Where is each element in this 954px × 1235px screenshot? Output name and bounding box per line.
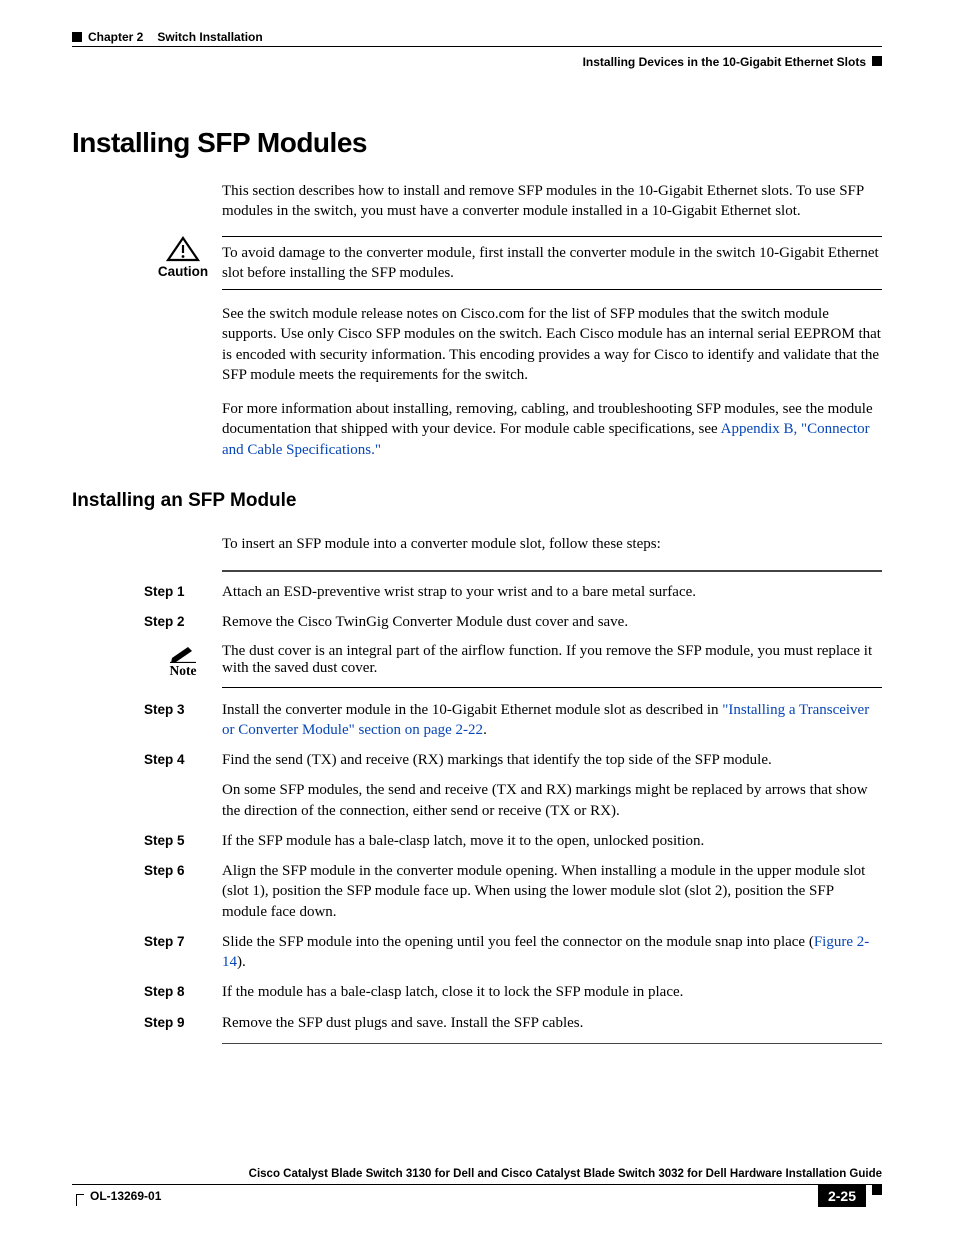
body-paragraph: See the switch module release notes on C… [222,304,882,385]
note-label: Note [144,663,222,679]
step-text: Install the converter module in the 10-G… [222,700,882,741]
step-label: Step 5 [144,831,222,851]
step-7: Step 7 Slide the SFP module into the ope… [144,932,882,973]
footer-book-title: Cisco Catalyst Blade Switch 3130 for Del… [72,1168,882,1185]
chapter-title: Switch Installation [157,30,262,44]
caution-icon [144,236,222,262]
step-1: Step 1 Attach an ESD-preventive wrist st… [144,582,882,602]
rule [222,1043,882,1044]
step-text: Attach an ESD-preventive wrist strap to … [222,582,882,602]
step-4: Step 4 Find the send (TX) and receive (R… [144,750,882,821]
page-number: 2-25 [818,1185,866,1207]
caution-text: To avoid damage to the converter module,… [222,236,882,291]
step-2: Step 2 Remove the Cisco TwinGig Converte… [144,612,882,632]
header-square-icon [872,56,882,66]
footer-tick-icon [76,1194,84,1206]
procedure-intro: To insert an SFP module into a converter… [222,534,882,554]
step-text: Slide the SFP module into the opening un… [222,932,882,973]
step-8: Step 8 If the module has a bale-clasp la… [144,982,882,1002]
rule [222,570,882,572]
step-label: Step 3 [144,700,222,741]
note-text: The dust cover is an integral part of th… [222,643,882,688]
step-label: Step 6 [144,861,222,922]
step-label: Step 8 [144,982,222,1002]
footer-doc-id: OL-13269-01 [72,1185,161,1207]
step-text: If the SFP module has a bale-clasp latch… [222,831,882,851]
page: Chapter 2 Switch Installation Installing… [0,0,954,1235]
note-callout: Note The dust cover is an integral part … [144,643,882,688]
step-label: Step 7 [144,932,222,973]
step-text: Remove the Cisco TwinGig Converter Modul… [222,612,882,632]
running-subheader: Installing Devices in the 10-Gigabit Eth… [72,55,882,69]
step-5: Step 5 If the SFP module has a bale-clas… [144,831,882,851]
caution-label: Caution [144,264,222,279]
heading-2: Installing an SFP Module [72,490,882,512]
procedure-steps: Step 1 Attach an ESD-preventive wrist st… [144,570,882,1044]
step-label: Step 4 [144,750,222,821]
running-header: Chapter 2 Switch Installation [72,30,882,47]
step-text: Align the SFP module in the converter mo… [222,861,882,922]
step-6: Step 6 Align the SFP module in the conve… [144,861,882,922]
caution-callout: Caution To avoid damage to the converter… [72,236,882,291]
note-pencil-icon [144,643,222,663]
step-text: Find the send (TX) and receive (RX) mark… [222,750,882,821]
intro-paragraph: This section describes how to install an… [222,181,882,222]
step-9: Step 9 Remove the SFP dust plugs and sav… [144,1013,882,1033]
step-label: Step 9 [144,1013,222,1033]
step-label: Step 1 [144,582,222,602]
section-title-right: Installing Devices in the 10-Gigabit Eth… [583,55,866,69]
chapter-label: Chapter 2 [88,30,143,44]
body-paragraph: For more information about installing, r… [222,399,882,460]
step-text: Remove the SFP dust plugs and save. Inst… [222,1013,882,1033]
step-3: Step 3 Install the converter module in t… [144,700,882,741]
step-text: If the module has a bale-clasp latch, cl… [222,982,882,1002]
footer-square-icon [872,1185,882,1195]
header-square-icon [72,32,82,42]
step-label: Step 2 [144,612,222,632]
heading-1: Installing SFP Modules [72,127,882,159]
page-footer: Cisco Catalyst Blade Switch 3130 for Del… [72,1168,882,1207]
